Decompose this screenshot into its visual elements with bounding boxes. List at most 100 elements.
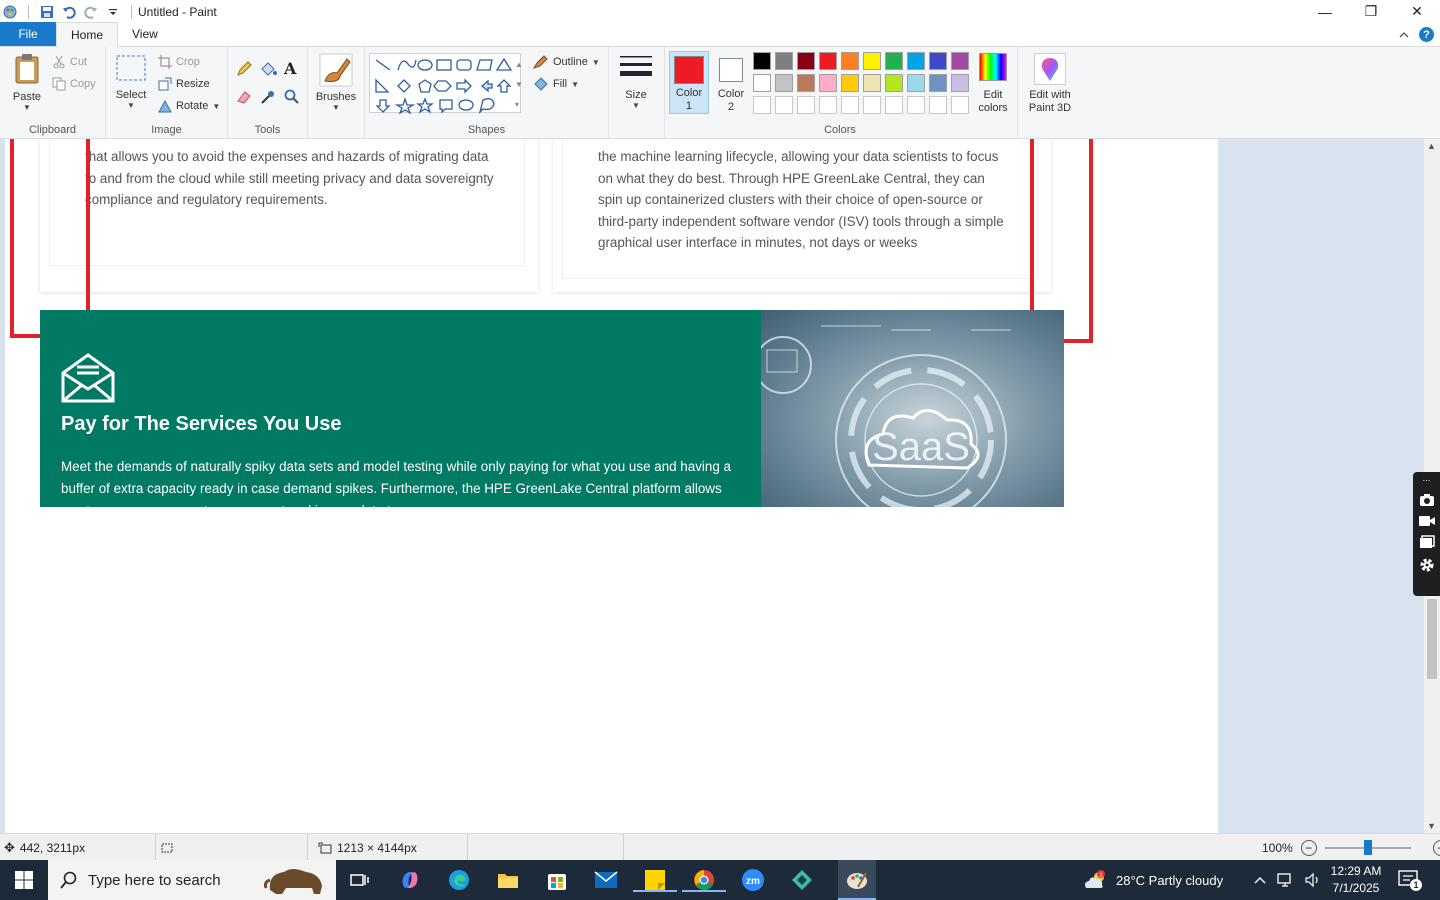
color-picker-icon[interactable] [260, 89, 276, 108]
palette-swatch[interactable] [775, 74, 793, 92]
sticky-notes-icon[interactable] [633, 868, 677, 892]
palette-swatch[interactable] [951, 74, 969, 92]
zoom-in-icon[interactable]: + [1432, 839, 1440, 856]
customize-toolbar-icon[interactable] [105, 4, 121, 20]
cut-button[interactable]: Cut [52, 55, 87, 69]
weather-widget[interactable]: 1 28°C Partly cloudy [1082, 860, 1223, 900]
edit-with-paint3d-button[interactable]: Edit with Paint 3D [1024, 53, 1076, 115]
select-button[interactable]: Select ▼ [114, 55, 148, 110]
task-view-icon[interactable] [348, 868, 372, 892]
settings-gear-icon[interactable] [1419, 557, 1435, 573]
fill-bucket-icon[interactable] [259, 61, 277, 80]
zoom-app-icon[interactable]: zm [741, 868, 765, 892]
paste-button[interactable]: Paste ▼ [8, 53, 46, 112]
restore-button[interactable]: ❐ [1348, 0, 1394, 23]
zoom-slider[interactable] [1324, 839, 1411, 855]
brushes-button[interactable]: Brushes ▼ [312, 53, 360, 112]
zoom-slider-thumb[interactable] [1363, 839, 1372, 855]
copy-button[interactable]: Copy [52, 77, 96, 91]
minimize-button[interactable]: — [1302, 0, 1348, 23]
palette-custom-swatch[interactable] [841, 96, 859, 114]
palette-swatch[interactable] [907, 74, 925, 92]
palette-swatch[interactable] [863, 52, 881, 70]
size-button[interactable]: Size ▼ [614, 53, 658, 110]
file-explorer-icon[interactable] [496, 868, 520, 892]
scrollbar-thumb[interactable] [1427, 599, 1437, 679]
palette-swatch[interactable] [951, 52, 969, 70]
window-capture-icon[interactable] [1419, 535, 1435, 549]
color2-button[interactable]: Color 2 [711, 51, 751, 114]
notification-center-icon[interactable]: 1 [1398, 870, 1422, 893]
palette-swatch[interactable] [907, 52, 925, 70]
palette-swatch[interactable] [841, 74, 859, 92]
palette-swatch[interactable] [885, 52, 903, 70]
palette-swatch[interactable] [863, 74, 881, 92]
camera-icon[interactable] [1419, 493, 1435, 507]
paint-app-icon[interactable] [2, 4, 18, 20]
palette-custom-swatch[interactable] [929, 96, 947, 114]
clock[interactable]: 12:29 AM 7/1/2025 [1328, 863, 1384, 897]
zoom-out-icon[interactable]: − [1300, 839, 1317, 856]
show-hidden-icons-icon[interactable] [1254, 875, 1266, 885]
scroll-up-icon[interactable]: ▲ [1427, 141, 1436, 151]
crop-button[interactable]: Crop [158, 55, 200, 69]
close-button[interactable]: ✕ [1394, 0, 1440, 23]
palette-swatch[interactable] [797, 52, 815, 70]
shapes-scroll[interactable]: ▲ ▼ ▾ [515, 55, 523, 115]
palette-swatch[interactable] [929, 52, 947, 70]
rotate-button[interactable]: Rotate ▼ [158, 99, 220, 113]
resize-button[interactable]: Resize [158, 77, 210, 91]
palette-swatch[interactable] [775, 52, 793, 70]
start-button[interactable] [12, 868, 36, 892]
mail-icon[interactable] [594, 868, 618, 892]
magnifier-icon[interactable] [284, 89, 300, 108]
palette-swatch[interactable] [841, 52, 859, 70]
collapse-ribbon-icon[interactable] [1399, 28, 1409, 42]
eraser-icon[interactable] [236, 89, 252, 108]
canvas-area[interactable]: that allows you to avoid the expenses an… [0, 139, 1424, 833]
copilot-icon[interactable] [398, 868, 422, 892]
edge-browser-icon[interactable] [447, 868, 471, 892]
edit-colors-button[interactable]: Edit colors [975, 53, 1011, 115]
save-icon[interactable] [39, 4, 55, 20]
tab-home[interactable]: Home [56, 22, 119, 47]
help-icon[interactable]: ? [1419, 27, 1434, 42]
palette-custom-swatch[interactable] [951, 96, 969, 114]
undo-icon[interactable] [61, 4, 77, 20]
paint-taskbar-button[interactable] [838, 860, 876, 900]
network-icon[interactable] [1276, 872, 1294, 888]
text-tool-icon[interactable]: A [284, 59, 296, 78]
palette-custom-swatch[interactable] [885, 96, 903, 114]
palette-swatch[interactable] [753, 52, 771, 70]
tab-view[interactable]: View [118, 22, 172, 46]
microsoft-store-icon[interactable] [545, 868, 569, 892]
volume-icon[interactable] [1304, 872, 1322, 888]
color1-button[interactable]: Color 1 [669, 51, 709, 114]
palette-custom-swatch[interactable] [797, 96, 815, 114]
pencil-icon[interactable] [236, 61, 252, 80]
palette-swatch[interactable] [929, 74, 947, 92]
scroll-down-icon[interactable]: ▼ [1427, 821, 1436, 831]
taskbar-search[interactable]: Type here to search [48, 860, 336, 900]
shapes-gallery[interactable] [369, 53, 521, 115]
widget-grip-icon[interactable]: ⋯ [1423, 476, 1431, 485]
palette-swatch[interactable] [819, 52, 837, 70]
palette-swatch[interactable] [753, 74, 771, 92]
redo-icon[interactable] [83, 4, 99, 20]
video-camera-icon[interactable] [1418, 515, 1436, 527]
fill-button[interactable]: Fill ▼ [533, 77, 579, 91]
chrome-browser-icon[interactable] [682, 868, 726, 892]
palette-custom-swatch[interactable] [907, 96, 925, 114]
palette-swatch[interactable] [885, 74, 903, 92]
palette-custom-swatch[interactable] [863, 96, 881, 114]
palette-custom-swatch[interactable] [775, 96, 793, 114]
dev-tool-app-icon[interactable] [790, 868, 814, 892]
palette-swatch[interactable] [797, 74, 815, 92]
outline-button[interactable]: Outline ▼ [533, 55, 600, 69]
image-canvas[interactable]: that allows you to avoid the expenses an… [5, 139, 1218, 833]
tab-file[interactable]: File [0, 22, 56, 46]
palette-swatch[interactable] [819, 74, 837, 92]
palette-custom-swatch[interactable] [819, 96, 837, 114]
envelope-icon [61, 353, 115, 403]
palette-custom-swatch[interactable] [753, 96, 771, 114]
